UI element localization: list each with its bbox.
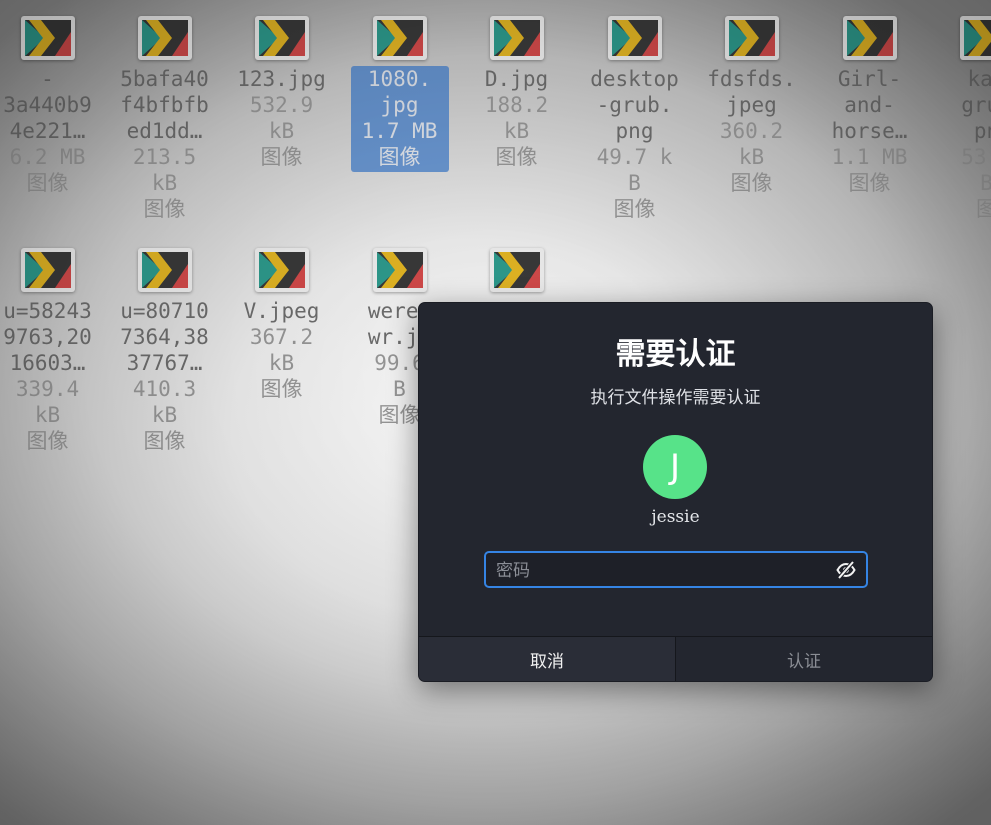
file-label: kal grub pn53.5 B图 <box>938 66 991 224</box>
file-size: 532.9 kB <box>249 93 314 143</box>
file-name: fdsfds. jpeg <box>707 67 796 117</box>
image-file-icon <box>20 248 75 292</box>
file-name: - 3a440b9 4e221… <box>3 67 92 143</box>
file-label: fdsfds. jpeg 360.2 kB 图像 <box>703 66 801 198</box>
file-name: V.jpeg <box>243 299 320 323</box>
file-item[interactable]: kal grub pn53.5 B图 <box>928 0 991 224</box>
file-label: 1080. jpg 1.7 MB 图像 <box>350 66 449 172</box>
file-item[interactable]: D.jpg 188.2 kB 图像 <box>458 0 575 172</box>
file-size: 53.5 B <box>961 145 991 195</box>
file-type: 图像 <box>848 171 891 195</box>
image-file-icon <box>959 16 991 60</box>
file-name: u=80710 7364,38 37767… <box>120 299 209 375</box>
file-name: u=58243 9763,20 16603… <box>3 299 92 375</box>
dialog-subtitle: 执行文件操作需要认证 <box>590 388 761 408</box>
authenticate-button[interactable]: 认证 <box>675 637 932 681</box>
image-file-icon <box>137 16 192 60</box>
image-file-icon <box>842 16 897 60</box>
avatar: J <box>643 435 707 499</box>
image-file-icon <box>489 248 544 292</box>
file-name: kal grub pn <box>961 67 991 143</box>
password-input[interactable] <box>494 553 828 588</box>
file-label: Girl- and- horse… 1.1 MB 图像 <box>821 66 919 198</box>
file-label: u=58243 9763,20 16603… 339.4 kB 图像 <box>0 298 97 456</box>
image-file-icon <box>372 16 427 60</box>
file-type: 图像 <box>378 145 421 169</box>
file-name: 5bafa40 f4bfbfb ed1dd… <box>120 67 209 143</box>
dialog-actions: 取消 认证 <box>419 636 932 681</box>
file-size: 1.1 MB <box>831 145 908 169</box>
password-field[interactable] <box>484 551 868 588</box>
file-item[interactable] <box>458 232 575 300</box>
file-name: 123.jpg <box>237 67 326 91</box>
cancel-button[interactable]: 取消 <box>419 637 675 681</box>
file-item[interactable]: u=80710 7364,38 37767… 410.3 kB 图像 <box>106 232 223 456</box>
username-label: jessie <box>651 507 700 527</box>
file-size: 49.7 k B <box>596 145 673 195</box>
eye-slash-icon[interactable] <box>836 560 856 580</box>
file-size: 213.5 kB <box>132 145 197 195</box>
image-file-icon <box>372 248 427 292</box>
auth-dialog: 需要认证 执行文件操作需要认证 J jessie 取消 认证 <box>418 302 933 682</box>
image-file-icon <box>607 16 662 60</box>
file-size: 360.2 kB <box>719 119 784 169</box>
file-name: 1080. jpg <box>367 67 432 117</box>
image-file-icon <box>254 248 309 292</box>
image-file-icon <box>20 16 75 60</box>
file-size: 188.2 kB <box>484 93 549 143</box>
file-item[interactable]: fdsfds. jpeg 360.2 kB 图像 <box>693 0 810 198</box>
file-type: 图像 <box>613 197 656 221</box>
file-type: 图 <box>976 197 991 221</box>
file-type: 图像 <box>143 197 186 221</box>
file-size: 6.2 MB <box>9 145 86 169</box>
file-name: desktop -grub. png <box>590 67 679 143</box>
file-type: 图像 <box>260 377 303 401</box>
file-type: 图像 <box>26 429 69 453</box>
file-type: 图像 <box>730 171 773 195</box>
file-size: 1.7 MB <box>361 119 438 143</box>
file-item[interactable]: - 3a440b9 4e221… 6.2 MB 图像 <box>0 0 106 198</box>
file-label <box>468 298 566 300</box>
file-size: 339.4 kB <box>15 377 80 427</box>
file-type: 图像 <box>143 429 186 453</box>
file-label: u=80710 7364,38 37767… 410.3 kB 图像 <box>116 298 214 456</box>
file-name: D.jpg <box>484 67 549 91</box>
file-item[interactable]: V.jpeg 367.2 kB 图像 <box>223 232 340 404</box>
file-item[interactable]: u=58243 9763,20 16603… 339.4 kB 图像 <box>0 232 106 456</box>
file-type: 图像 <box>260 145 303 169</box>
file-type: 图像 <box>26 171 69 195</box>
file-label: desktop -grub. png 49.7 k B 图像 <box>586 66 684 224</box>
file-label: V.jpeg 367.2 kB 图像 <box>233 298 331 404</box>
file-item[interactable]: 1080. jpg 1.7 MB 图像 <box>341 0 458 172</box>
file-item[interactable]: desktop -grub. png 49.7 k B 图像 <box>576 0 693 224</box>
file-item[interactable]: 5bafa40 f4bfbfb ed1dd… 213.5 kB 图像 <box>106 0 223 224</box>
file-label: - 3a440b9 4e221… 6.2 MB 图像 <box>0 66 97 198</box>
file-label: D.jpg 188.2 kB 图像 <box>468 66 566 172</box>
file-name: Girl- and- horse… <box>831 67 908 143</box>
file-label: 5bafa40 f4bfbfb ed1dd… 213.5 kB 图像 <box>116 66 214 224</box>
image-file-icon <box>254 16 309 60</box>
image-file-icon <box>724 16 779 60</box>
file-size: 410.3 kB <box>132 377 197 427</box>
file-type: 图像 <box>495 145 538 169</box>
image-file-icon <box>489 16 544 60</box>
file-item[interactable]: 123.jpg 532.9 kB 图像 <box>223 0 340 172</box>
dialog-title: 需要认证 <box>615 337 736 372</box>
file-item[interactable]: Girl- and- horse… 1.1 MB 图像 <box>811 0 928 198</box>
file-size: 367.2 kB <box>249 325 314 375</box>
file-label: 123.jpg 532.9 kB 图像 <box>233 66 331 172</box>
image-file-icon <box>137 248 192 292</box>
